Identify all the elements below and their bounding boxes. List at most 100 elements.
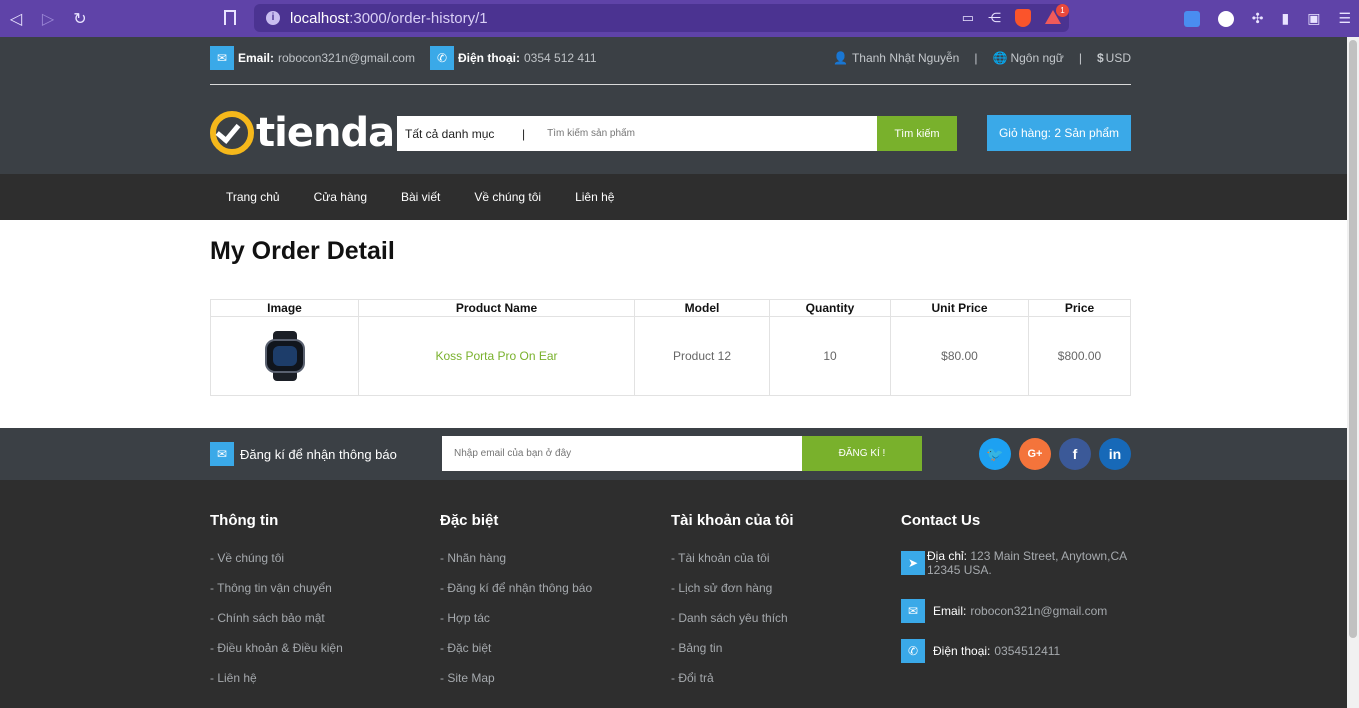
footer-col-special: Đặc biệt - Nhãn hàng - Đăng kí để nhận t… — [440, 512, 592, 701]
cast-icon[interactable]: ▭ — [962, 10, 974, 26]
separator: | — [1078, 51, 1082, 65]
newsletter-email-input[interactable] — [454, 448, 784, 459]
footer-col-account: Tài khoản của tôi - Tài khoản của tôi - … — [671, 512, 794, 701]
footer-heading: Contact Us — [901, 512, 981, 529]
table-header-row: Image Product Name Model Quantity Unit P… — [210, 299, 1131, 317]
bookmark-icon[interactable] — [224, 10, 236, 25]
footer-link[interactable]: - Chính sách bảo mật — [210, 611, 343, 641]
nav-item-contact[interactable]: Liên hệ — [559, 190, 632, 204]
address-bar[interactable]: i localhost:3000/order-history/1 ▭ ⋲ 1 — [254, 4, 1069, 32]
forward-icon[interactable]: ▷ — [32, 0, 64, 37]
footer-link[interactable]: - Nhãn hàng — [440, 551, 592, 581]
phone-icon: ✆ — [430, 46, 454, 70]
footer-link[interactable]: - Đổi trả — [671, 671, 794, 701]
main-nav: Trang chủ Cửa hàng Bài viết Về chúng tôi… — [0, 174, 1347, 220]
linkedin-icon[interactable]: in — [1099, 438, 1131, 470]
extensions-puzzle-icon[interactable]: ✣ — [1252, 10, 1264, 27]
browser-toolbar: ◁ ▷ ↻ i localhost:3000/order-history/1 ▭… — [0, 0, 1359, 37]
footer-link[interactable]: - Hợp tác — [440, 611, 592, 641]
footer-link[interactable]: - Đặc biệt — [440, 641, 592, 671]
newsletter-bar: ✉ Đăng kí để nhận thông báo ĐĂNG KÍ ! 🐦 … — [0, 428, 1347, 480]
email-label: Email: — [933, 604, 967, 618]
footer-link[interactable]: - Thông tin vận chuyển — [210, 581, 343, 611]
column-header: Product Name — [358, 299, 635, 317]
footer-heading: Đặc biệt — [440, 512, 499, 529]
language-link[interactable]: Ngôn ngữ — [1010, 51, 1063, 65]
footer-link[interactable]: - Bảng tin — [671, 641, 794, 671]
footer-link[interactable]: - Tài khoản của tôi — [671, 551, 794, 581]
newsletter-field — [442, 436, 802, 471]
product-name-link[interactable]: Koss Porta Pro On Ear — [358, 316, 635, 396]
footer-link[interactable]: - Site Map — [440, 671, 592, 701]
top-bar: ✉ Email: robocon321n@gmail.com ✆ Điện th… — [210, 37, 1131, 85]
footer-link[interactable]: - Đăng kí để nhận thông báo — [440, 581, 592, 611]
menu-icon[interactable]: ☰ — [1338, 10, 1351, 27]
reload-icon[interactable]: ↻ — [64, 0, 96, 37]
footer-link[interactable]: - Lịch sử đơn hàng — [671, 581, 794, 611]
extension-icon[interactable] — [1217, 10, 1234, 27]
dollar-icon: $ — [1096, 51, 1104, 65]
scrollbar[interactable] — [1347, 37, 1359, 708]
footer-heading: Thông tin — [210, 512, 279, 529]
separator: | — [974, 51, 978, 65]
cart-button[interactable]: Giỏ hàng: 2 Sản phẩm — [987, 115, 1131, 151]
url-text[interactable]: localhost:3000/order-history/1 — [290, 10, 488, 27]
footer-email: ✉ Email: robocon321n@gmail.com — [901, 591, 1131, 631]
user-name-link[interactable]: Thanh Nhật Nguyễn — [852, 51, 959, 65]
nav-item-home[interactable]: Trang chủ — [210, 190, 298, 204]
wallet-icon[interactable]: ▣ — [1307, 10, 1320, 27]
sidebar-icon[interactable]: ▮ — [1281, 10, 1289, 27]
currency-link[interactable]: USD — [1106, 51, 1131, 65]
footer-address: ➤ Địa chỉ: 123 Main Street, Anytown,CA 1… — [901, 549, 1131, 591]
scrollbar-thumb[interactable] — [1349, 40, 1357, 638]
google-plus-icon[interactable]: G+ — [1019, 438, 1051, 470]
search-bar: Tất cả danh mục | Tìm kiếm — [397, 116, 957, 151]
product-image[interactable] — [263, 331, 307, 381]
newsletter-label-text: Đăng kí để nhận thông báo — [240, 446, 397, 462]
footer-link[interactable]: - Liên hệ — [210, 671, 343, 701]
facebook-icon[interactable]: f — [1059, 438, 1091, 470]
email-value: robocon321n@gmail.com — [970, 604, 1108, 618]
product-unit-price: $80.00 — [890, 316, 1029, 396]
nav-item-shop[interactable]: Cửa hàng — [298, 190, 385, 204]
search-button[interactable]: Tìm kiếm — [877, 116, 957, 151]
search-input[interactable] — [547, 128, 868, 139]
rewards-badge: 1 — [1056, 4, 1069, 17]
product-quantity: 10 — [769, 316, 891, 396]
location-arrow-icon: ➤ — [901, 551, 925, 575]
phone-label: Điện thoại: — [458, 51, 520, 65]
footer-link[interactable]: - Danh sách yêu thích — [671, 611, 794, 641]
globe-icon: 🌐 — [992, 51, 1008, 65]
logo-row: tienda Tất cả danh mục | Tìm kiếm Giỏ hà… — [210, 91, 1131, 171]
twitter-icon[interactable]: 🐦 — [979, 438, 1011, 470]
back-icon[interactable]: ◁ — [0, 0, 32, 37]
phone-value: 0354512411 — [994, 644, 1061, 658]
site-header: ✉ Email: robocon321n@gmail.com ✆ Điện th… — [0, 37, 1347, 174]
email-value: robocon321n@gmail.com — [278, 51, 415, 65]
header-phone: ✆ Điện thoại: 0354 512 411 — [430, 46, 597, 70]
header-email: ✉ Email: robocon321n@gmail.com — [210, 46, 415, 70]
footer-phone: ✆ Điện thoại: 0354512411 — [901, 631, 1131, 671]
site-info-icon[interactable]: i — [266, 11, 280, 25]
nav-item-blog[interactable]: Bài viết — [385, 190, 458, 204]
url-path: :3000/order-history/1 — [349, 9, 488, 27]
phone-label: Điện thoại: — [933, 644, 991, 658]
footer-link[interactable]: - Về chúng tôi — [210, 551, 343, 581]
column-header: Quantity — [769, 299, 891, 317]
product-model: Product 12 — [634, 316, 770, 396]
brave-rewards-icon[interactable]: 1 — [1045, 4, 1069, 26]
footer-link[interactable]: - Điều khoản & Điều kiện — [210, 641, 343, 671]
footer-col-contact: Contact Us ➤ Địa chỉ: 123 Main Street, A… — [901, 512, 1131, 671]
subscribe-button[interactable]: ĐĂNG KÍ ! — [802, 436, 922, 471]
product-price: $800.00 — [1028, 316, 1131, 396]
logo[interactable]: tienda — [210, 103, 395, 163]
column-header: Image — [210, 299, 359, 317]
user-icon: 👤 — [833, 51, 848, 65]
category-select[interactable]: Tất cả danh mục — [405, 127, 522, 141]
brave-shields-icon[interactable] — [1015, 9, 1031, 27]
share-icon[interactable]: ⋲ — [988, 10, 1001, 26]
translate-extension-icon[interactable] — [1183, 10, 1200, 27]
newsletter-label: ✉ Đăng kí để nhận thông báo — [210, 442, 397, 466]
envelope-icon: ✉ — [210, 442, 234, 466]
nav-item-about[interactable]: Về chúng tôi — [458, 190, 559, 204]
